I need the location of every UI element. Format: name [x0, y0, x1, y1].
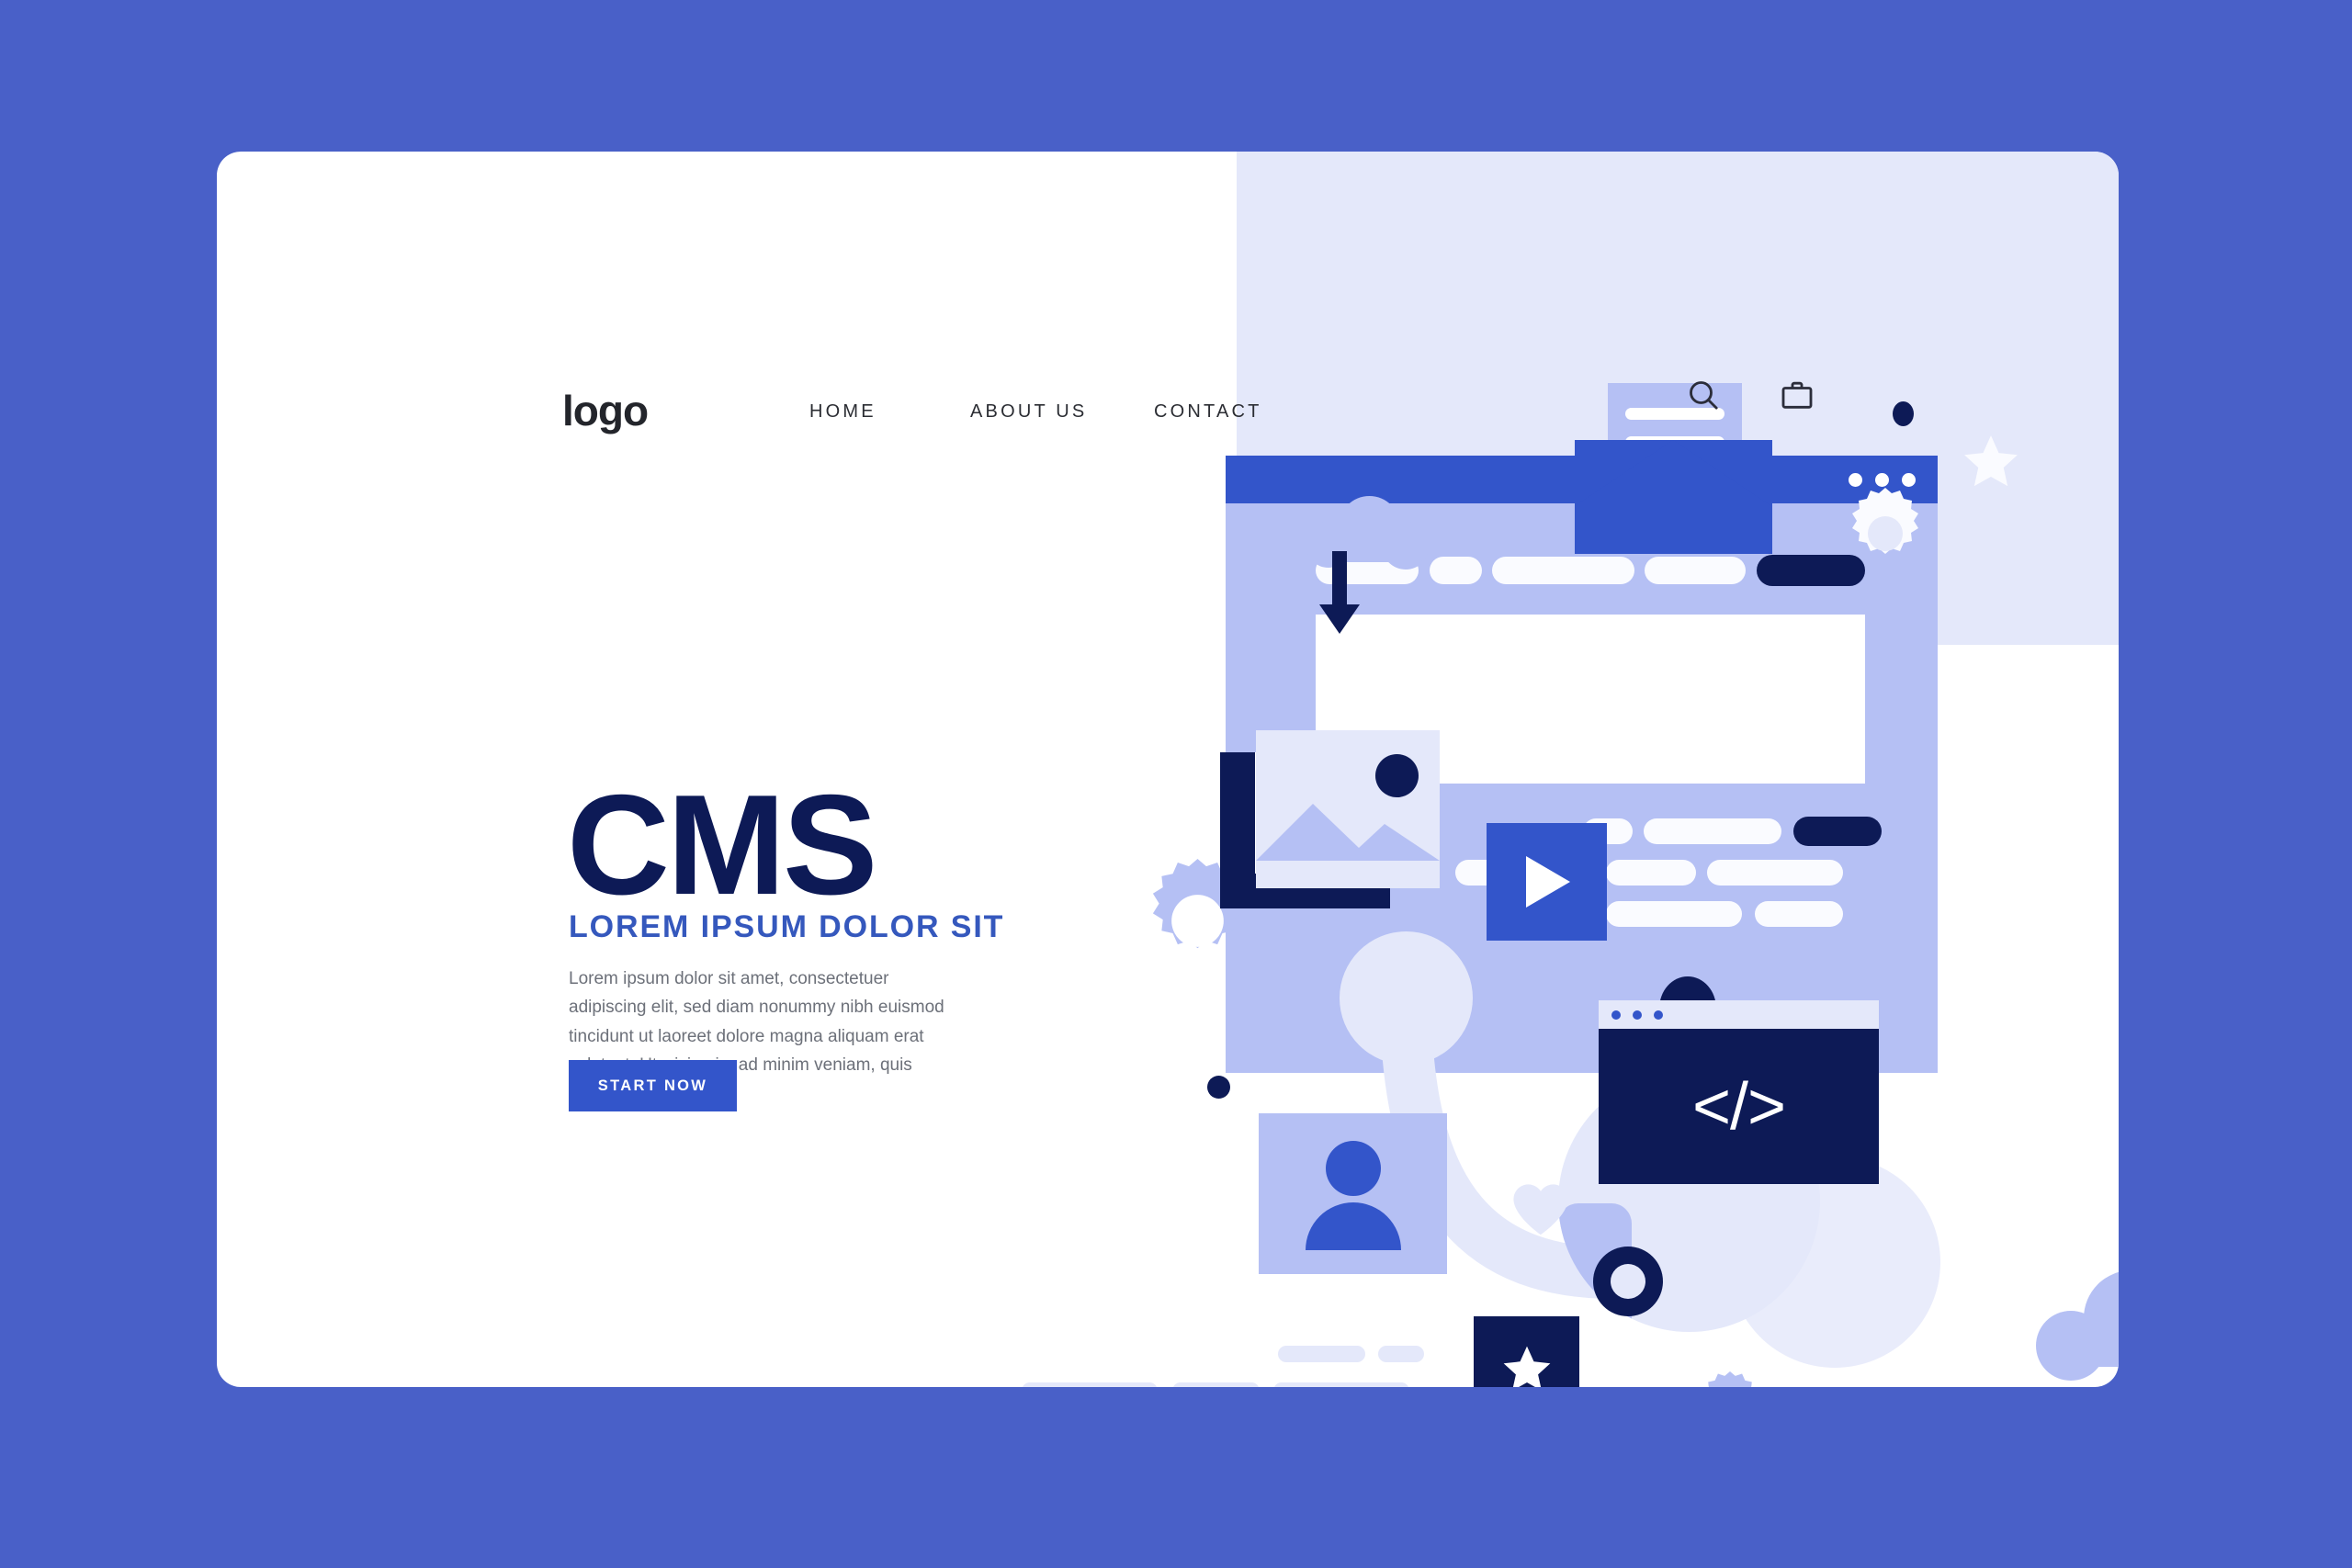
nav-item-about-us[interactable]: ABOUT US: [970, 401, 1154, 423]
code-window-titlebar: [1599, 1000, 1879, 1029]
page-title: CMS: [567, 764, 877, 924]
decorative-circle: [1729, 1156, 1940, 1368]
gear-icon: [1708, 1371, 1752, 1387]
logo[interactable]: logo: [562, 386, 649, 435]
browser-text-line: [1606, 860, 1696, 886]
browser-text-line: [1755, 901, 1843, 927]
connector-tube: [1380, 972, 1641, 1299]
code-window-dots: [1611, 1010, 1663, 1020]
robot-arm: [1558, 1203, 1632, 1332]
placeholder-bar: [1273, 1382, 1409, 1387]
browser-text-line: [1707, 860, 1843, 886]
sun-icon: [1375, 754, 1419, 797]
robot-antenna: [1685, 1009, 1693, 1075]
landing-card: </> logo HOME ABOUT US CONTACT CMS LOREM…: [217, 152, 2119, 1387]
avatar-icon: [1259, 1113, 1447, 1274]
tube-knob: [1340, 931, 1473, 1065]
nav-item-home[interactable]: HOME: [809, 401, 970, 423]
nav-item-contact[interactable]: CONTACT: [1154, 401, 1319, 423]
image-placeholder-icon: [1256, 730, 1440, 888]
mountain-icon: [1256, 804, 1440, 861]
background-panel-lavender: [1237, 152, 2119, 645]
browser-text-line-dark: [1793, 817, 1882, 846]
placeholder-bar: [1378, 1346, 1424, 1362]
star-icon: [1503, 1346, 1550, 1387]
decorative-dot: [1207, 1076, 1230, 1099]
cloud-icon: [2036, 1270, 2119, 1381]
code-window-body: </>: [1599, 1029, 1879, 1184]
avatar-shoulders: [1305, 1202, 1401, 1250]
placeholder-bar: [1022, 1382, 1158, 1387]
gear-icon: [1152, 859, 1243, 949]
search-icon[interactable]: [1685, 377, 1722, 413]
placeholder-bar: [1172, 1382, 1260, 1387]
start-now-button[interactable]: START NOW: [569, 1060, 737, 1111]
heart-icon: [1513, 1184, 1568, 1235]
robot-head-icon: [1659, 976, 1716, 1041]
page-subtitle: LOREM IPSUM DOLOR SIT: [569, 909, 1005, 945]
image-placeholder-frame: [1220, 752, 1390, 908]
code-glyph: </>: [1691, 1069, 1786, 1144]
code-window-illustration: </>: [1599, 1000, 1879, 1184]
avatar-head: [1325, 1141, 1381, 1196]
main-navigation: HOME ABOUT US CONTACT: [809, 401, 1319, 423]
header-icons: [1685, 377, 1815, 413]
browser-text-line: [1606, 901, 1742, 927]
browser-text-line: [1644, 818, 1781, 844]
placeholder-bar: [1278, 1346, 1365, 1362]
briefcase-icon[interactable]: [1779, 377, 1815, 413]
robot-body: [1558, 1070, 1820, 1332]
robot-hand-ring: [1593, 1247, 1663, 1316]
robot-body-clip: [1558, 1070, 1820, 1332]
browser-text-line: [1583, 818, 1633, 844]
page-root: </> logo HOME ABOUT US CONTACT CMS LOREM…: [0, 0, 2352, 1568]
browser-text-line: [1455, 860, 1595, 886]
play-button-icon: [1487, 823, 1607, 941]
star-badge: [1474, 1316, 1579, 1387]
